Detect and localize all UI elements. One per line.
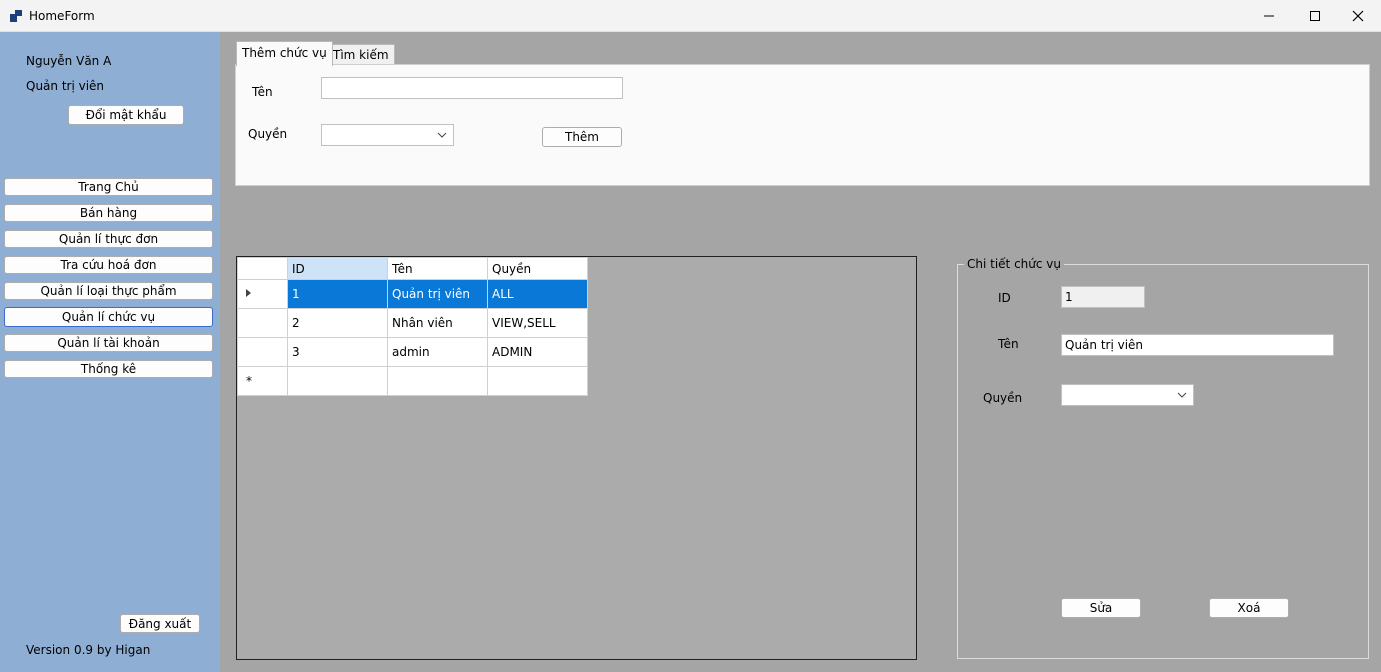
user-name: Nguyễn Văn A [26,54,112,68]
nav-menu-management[interactable]: Quản lí thực đơn [4,230,213,248]
cell-name[interactable] [387,366,488,396]
title-bar: HomeForm [0,0,1381,32]
cell-permission[interactable]: VIEW,SELL [487,308,588,338]
detail-id-label: ID [998,291,1011,305]
detail-name-input[interactable]: Quản trị viên [1061,334,1334,356]
logout-button[interactable]: Đăng xuất [120,614,200,633]
chevron-down-icon [437,132,447,138]
nav-sales[interactable]: Bán hàng [4,204,213,222]
close-button[interactable] [1335,0,1381,32]
version-label: Version 0.9 by Higan [26,643,151,657]
cell-id[interactable]: 1 [287,279,388,309]
chevron-down-icon [1177,392,1187,398]
edit-button[interactable]: Sửa [1061,598,1141,618]
cell-name[interactable]: Nhân viên [387,308,488,338]
new-row-marker[interactable]: * [237,366,288,396]
app-icon [10,10,22,22]
detail-group-title: Chi tiết chức vụ [964,257,1065,271]
table-row[interactable]: 1 Quản trị viên ALL [237,279,588,309]
row-selector[interactable] [237,337,288,367]
add-name-input[interactable] [321,77,623,99]
add-position-panel: Tên Quyền Thêm [235,64,1370,186]
row-selector[interactable] [237,279,288,309]
add-permission-combo[interactable] [321,124,454,146]
positions-table: ID Tên Quyền 1 Quản trị viên ALL 2 Nhân … [237,257,588,396]
minimize-button[interactable] [1246,0,1292,32]
row-selector[interactable] [237,308,288,338]
nav-statistics[interactable]: Thống kê [4,360,213,378]
user-role: Quản trị viên [26,79,105,93]
table-row[interactable]: 3 admin ADMIN [237,337,588,367]
close-icon [1352,10,1364,22]
column-header-name[interactable]: Tên [387,257,488,280]
detail-name-label: Tên [998,337,1019,351]
position-detail-group: Chi tiết chức vụ ID 1 Tên Quản trị viên … [957,257,1369,659]
column-header-id[interactable]: ID [287,257,388,280]
nav-food-category[interactable]: Quản lí loại thực phẩm [4,282,213,300]
positions-grid[interactable]: ID Tên Quyền 1 Quản trị viên ALL 2 Nhân … [236,256,917,660]
table-row[interactable]: 2 Nhân viên VIEW,SELL [237,308,588,338]
new-row[interactable]: * [237,366,588,396]
sidebar: Nguyễn Văn A Quản trị viên Đổi mật khẩu … [0,32,220,672]
cell-name[interactable]: Quản trị viên [387,279,488,309]
cell-permission[interactable] [487,366,588,396]
maximize-button[interactable] [1292,0,1338,32]
change-password-button[interactable]: Đổi mật khẩu [68,105,184,125]
cell-name[interactable]: admin [387,337,488,367]
column-header-permission[interactable]: Quyền [487,257,588,280]
nav-invoice-lookup[interactable]: Tra cứu hoá đơn [4,256,213,274]
add-name-label: Tên [252,85,273,99]
add-permission-label: Quyền [248,127,288,141]
window-title: HomeForm [29,9,95,23]
add-button[interactable]: Thêm [542,127,622,147]
nav-account-management[interactable]: Quản lí tài khoản [4,334,213,352]
tab-add-position[interactable]: Thêm chức vụ [236,41,333,66]
detail-permission-label: Quyền [983,391,1023,405]
cell-id[interactable] [287,366,388,396]
cell-id[interactable]: 2 [287,308,388,338]
table-header-row: ID Tên Quyền [237,257,588,280]
delete-button[interactable]: Xoá [1209,598,1289,618]
cell-permission[interactable]: ADMIN [487,337,588,367]
nav-position-management[interactable]: Quản lí chức vụ [4,307,213,327]
detail-permission-combo[interactable] [1061,384,1194,406]
corner-header [237,257,288,280]
tab-search[interactable]: Tìm kiếm [327,44,395,65]
row-pointer-icon [246,289,251,297]
cell-id[interactable]: 3 [287,337,388,367]
nav-home[interactable]: Trang Chủ [4,178,213,196]
cell-permission[interactable]: ALL [487,279,588,309]
detail-id-input[interactable]: 1 [1061,286,1145,308]
maximize-icon [1310,11,1320,21]
minimize-icon [1264,15,1274,17]
